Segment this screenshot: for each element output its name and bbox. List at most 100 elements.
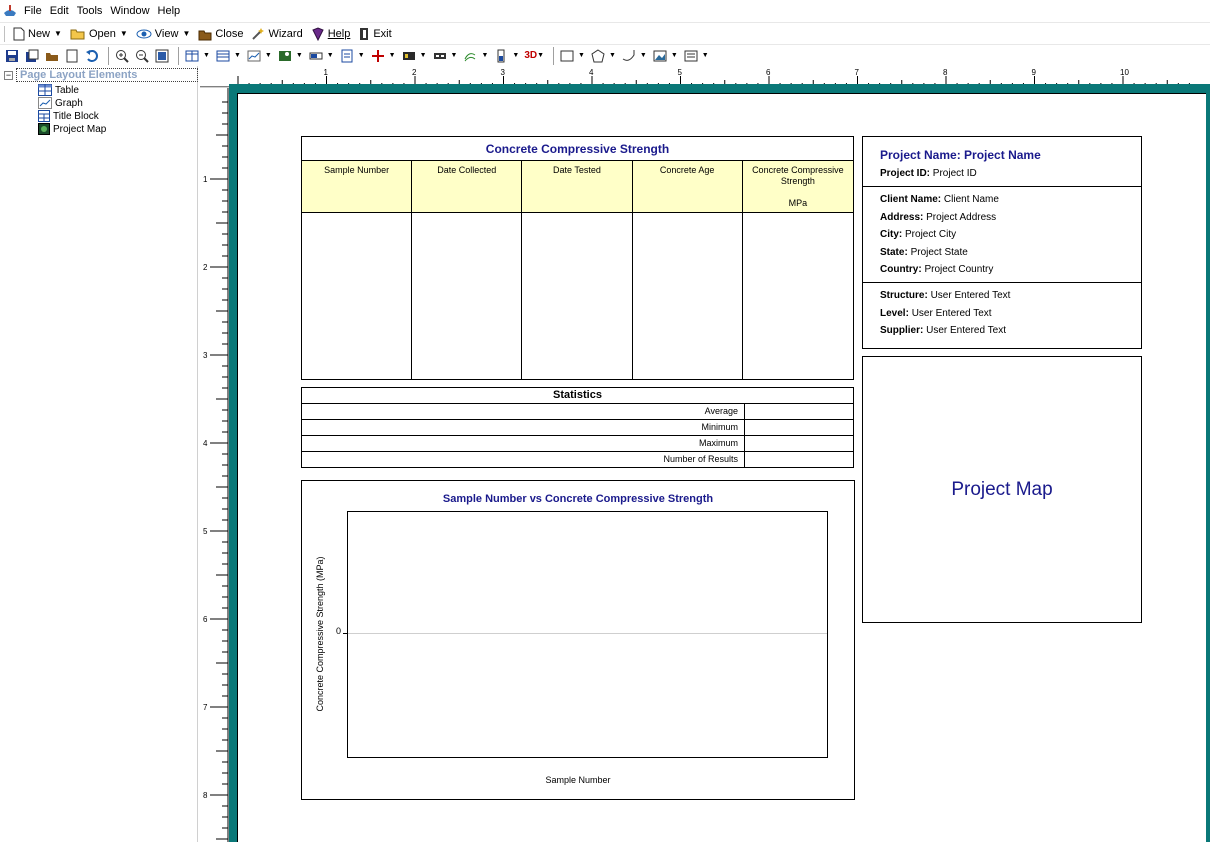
menu-edit[interactable]: Edit: [50, 5, 75, 17]
help-button[interactable]: Help: [311, 26, 350, 41]
tree-item-label: Table: [55, 84, 79, 96]
menu-window[interactable]: Window: [110, 5, 155, 17]
tree-item-title-block[interactable]: Title Block: [38, 110, 99, 122]
country-label: Country:: [880, 264, 922, 275]
close-label: Close: [215, 27, 244, 40]
tree-item-graph[interactable]: Graph: [38, 97, 83, 109]
new-button[interactable]: New ▼: [13, 27, 62, 41]
undo-icon[interactable]: [84, 48, 100, 64]
table-column: Sample Number: [302, 161, 413, 379]
ruler-number: 1: [324, 68, 329, 77]
title-block[interactable]: Project Name: Project Name Project ID: P…: [862, 136, 1142, 349]
structure-line: Structure: User Entered Text: [880, 290, 1010, 301]
dropdown-icon[interactable]: ▼: [481, 52, 488, 59]
tree-item-project-map[interactable]: Project Map: [38, 123, 106, 135]
dropdown-icon[interactable]: ▼: [234, 52, 241, 59]
dropdown-icon[interactable]: ▼: [358, 52, 365, 59]
insert-picture-icon[interactable]: [652, 48, 668, 64]
dropdown-icon[interactable]: ▼: [420, 52, 427, 59]
statistics-row: Average: [302, 404, 853, 420]
dropdown-icon[interactable]: ▼: [389, 52, 396, 59]
polygon-shape-icon[interactable]: [590, 48, 606, 64]
main-toolbar: New ▼ Open ▼ View ▼ Close Wizard Help Ex…: [0, 22, 1210, 44]
insert-textbox-icon[interactable]: [308, 48, 324, 64]
address-label: Address:: [880, 212, 924, 223]
insert-table-icon[interactable]: [184, 48, 200, 64]
supplier-value: User Entered Text: [926, 325, 1006, 336]
fit-page-icon[interactable]: [154, 48, 170, 64]
curve-shape-icon[interactable]: [621, 48, 637, 64]
open-button[interactable]: Open ▼: [70, 27, 128, 41]
dropdown-icon[interactable]: ▼: [702, 52, 709, 59]
insert-image-icon[interactable]: [277, 48, 293, 64]
project-map-label: Project Map: [951, 479, 1053, 500]
dropdown-icon[interactable]: ▼: [537, 52, 544, 59]
city-line: City: Project City: [880, 229, 956, 240]
insert-scale-icon[interactable]: [432, 48, 448, 64]
client-name-value: Client Name: [943, 194, 999, 205]
table-columns: Sample Number Date Collected Date Tested…: [302, 161, 853, 379]
collapse-icon[interactable]: −: [4, 70, 13, 80]
tree-item-table[interactable]: Table: [38, 84, 79, 96]
insert-contour-icon[interactable]: [462, 48, 478, 64]
dropdown-icon[interactable]: ▼: [265, 52, 272, 59]
statistics-value: [745, 452, 853, 468]
page-icon[interactable]: [64, 48, 80, 64]
dropdown-icon[interactable]: ▼: [671, 52, 678, 59]
insert-text-icon[interactable]: [683, 48, 699, 64]
structure-value: User Entered Text: [930, 290, 1011, 301]
view-label: View: [154, 27, 179, 40]
layout-elements-tree: − Page Layout Elements Table Graph Title…: [0, 66, 198, 842]
strength-graph[interactable]: Sample Number vs Concrete Compressive St…: [301, 480, 855, 800]
project-map-element[interactable]: Project Map: [862, 356, 1142, 623]
dropdown-icon[interactable]: ▼: [578, 52, 585, 59]
statistics-table[interactable]: Statistics Average Minimum Maximum Numbe…: [301, 387, 854, 468]
view-button[interactable]: View ▼: [136, 27, 190, 40]
dropdown-icon[interactable]: ▼: [203, 52, 210, 59]
zoom-in-icon[interactable]: [114, 48, 130, 64]
save-as-icon[interactable]: [24, 48, 40, 64]
folder-icon[interactable]: [44, 48, 60, 64]
wizard-label: Wizard: [268, 27, 303, 40]
wizard-button[interactable]: Wizard: [251, 27, 303, 41]
rectangle-shape-icon[interactable]: [559, 48, 575, 64]
dropdown-icon[interactable]: ▼: [512, 52, 519, 59]
ruler-number: 4: [589, 68, 594, 77]
menu-help[interactable]: Help: [158, 5, 187, 17]
zoom-out-icon[interactable]: [134, 48, 150, 64]
insert-list-icon[interactable]: [339, 48, 355, 64]
compressive-strength-table[interactable]: Concrete Compressive Strength Sample Num…: [301, 136, 854, 380]
insert-marker-icon[interactable]: [370, 48, 386, 64]
tree-item-label: Title Block: [53, 110, 99, 122]
dropdown-icon[interactable]: ▼: [609, 52, 616, 59]
tree-root[interactable]: − Page Layout Elements: [4, 68, 198, 82]
menu-tools[interactable]: Tools: [77, 5, 109, 17]
insert-legend-icon[interactable]: [401, 48, 417, 64]
table-column: Date Tested: [522, 161, 633, 379]
insert-graph-icon[interactable]: [246, 48, 262, 64]
three-d-label[interactable]: 3D: [524, 50, 537, 61]
close-button[interactable]: Close: [198, 27, 243, 41]
insert-column-icon[interactable]: [493, 48, 509, 64]
eye-icon: [136, 29, 152, 38]
client-name-line: Client Name: Client Name: [880, 194, 999, 205]
exit-button[interactable]: Exit: [358, 27, 392, 41]
save-icon[interactable]: [4, 48, 20, 64]
insert-grid-icon[interactable]: [215, 48, 231, 64]
open-dropdown-icon[interactable]: ▼: [120, 29, 128, 38]
dropdown-icon[interactable]: ▼: [296, 52, 303, 59]
statistics-value: [745, 436, 853, 451]
toolbar-grip[interactable]: [4, 25, 7, 42]
country-value: Project Country: [924, 264, 994, 275]
dropdown-icon[interactable]: ▼: [451, 52, 458, 59]
dropdown-icon[interactable]: ▼: [327, 52, 334, 59]
dropdown-icon[interactable]: ▼: [640, 52, 647, 59]
address-value: Project Address: [926, 212, 997, 223]
view-dropdown-icon[interactable]: ▼: [182, 29, 190, 38]
new-dropdown-icon[interactable]: ▼: [54, 29, 62, 38]
menu-file[interactable]: File: [24, 5, 48, 17]
ruler-number: 4: [203, 439, 208, 448]
plot-area: [347, 511, 828, 758]
tree-root-label[interactable]: Page Layout Elements: [16, 68, 198, 82]
statistics-label-average: Average: [302, 404, 745, 419]
